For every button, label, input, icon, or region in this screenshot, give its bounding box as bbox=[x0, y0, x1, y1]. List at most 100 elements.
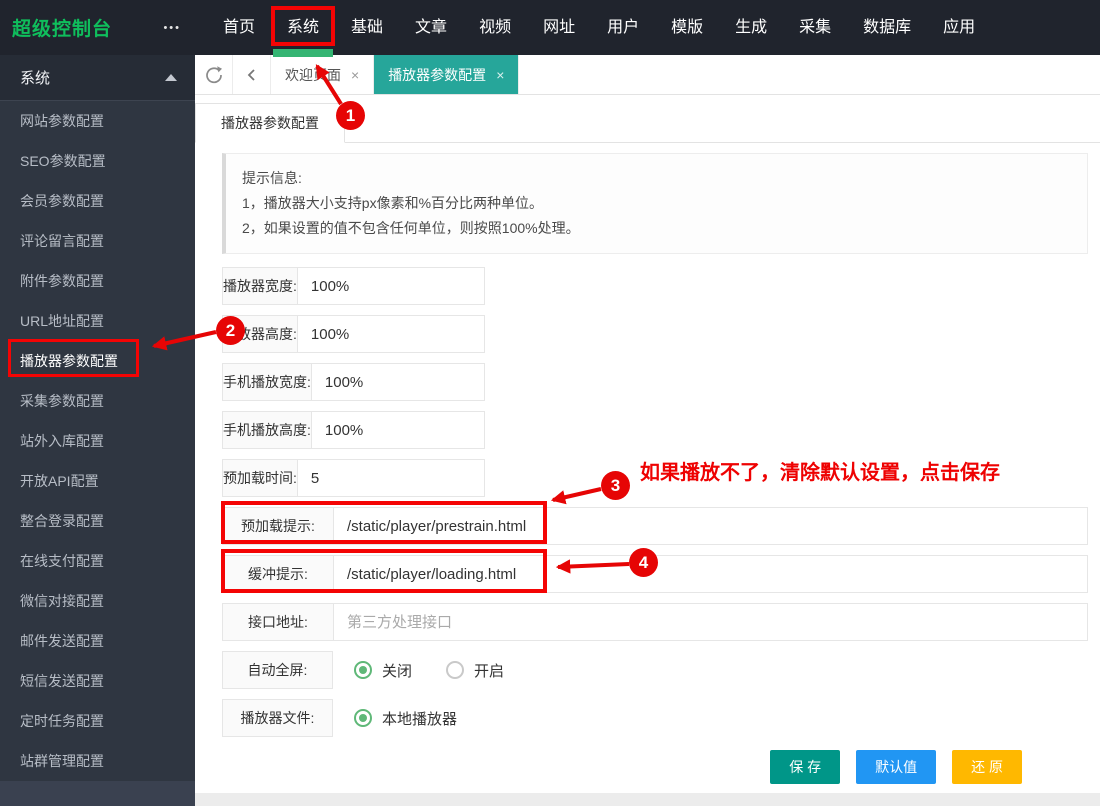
field-label: 接口地址: bbox=[223, 604, 334, 640]
topnav-item-template[interactable]: 模版 bbox=[655, 0, 719, 55]
hint-line-2: 2，如果设置的值不包含任何单位，则按照100%处理。 bbox=[242, 220, 580, 236]
mobile-width-input[interactable] bbox=[311, 364, 537, 400]
preload-hint-input[interactable] bbox=[334, 508, 1087, 544]
field-row-preload-hint: 预加载提示: bbox=[222, 507, 1088, 545]
field-row-preload-time: 预加载时间: bbox=[222, 459, 523, 497]
sidebar-group-label: 系统 bbox=[20, 70, 51, 87]
back-button[interactable] bbox=[233, 55, 271, 94]
refresh-button[interactable] bbox=[195, 55, 233, 94]
sidebar-item-sms[interactable]: 短信发送配置 bbox=[0, 661, 195, 701]
radio-option-local-player[interactable]: 本地播放器 bbox=[354, 708, 457, 729]
player-height-input[interactable] bbox=[297, 316, 523, 352]
field-row-buffer-hint: 缓冲提示: bbox=[222, 555, 1088, 593]
radio-unselected-icon[interactable] bbox=[446, 661, 465, 679]
sidebar-group-system[interactable]: 系统 bbox=[0, 55, 195, 101]
sidebar: 系统 网站参数配置 SEO参数配置 会员参数配置 评论留言配置 附件参数配置 U… bbox=[0, 55, 195, 806]
app-logo: 超级控制台 bbox=[12, 19, 113, 40]
radio-selected-icon[interactable] bbox=[354, 661, 372, 679]
field-label: 播放器宽度: bbox=[223, 268, 298, 304]
topnav-item-url[interactable]: 网址 bbox=[527, 0, 591, 55]
field-label: 预加载提示: bbox=[223, 508, 334, 544]
sidebar-item-scheduled-task[interactable]: 定时任务配置 bbox=[0, 701, 195, 741]
field-row-player-width: 播放器宽度: bbox=[222, 267, 523, 305]
radio-group: 本地播放器 bbox=[354, 708, 491, 729]
field-label: 播放器高度: bbox=[223, 316, 298, 352]
horizontal-scrollbar[interactable] bbox=[195, 793, 1100, 806]
sidebar-item-external-storage[interactable]: 站外入库配置 bbox=[0, 421, 195, 461]
mobile-height-input[interactable] bbox=[311, 412, 537, 448]
field-row-api-address: 接口地址: bbox=[222, 603, 1088, 641]
sidebar-item-url-config[interactable]: URL地址配置 bbox=[0, 301, 195, 341]
topnav-item-app[interactable]: 应用 bbox=[927, 0, 991, 55]
topnav-item-home[interactable]: 首页 bbox=[207, 0, 271, 55]
tab-welcome[interactable]: 欢迎页面 × bbox=[271, 55, 375, 94]
radio-row-auto-fullscreen: 自动全屏: 关闭 开启 bbox=[222, 651, 1088, 689]
field-row-player-height: 播放器高度: bbox=[222, 315, 523, 353]
save-button[interactable]: 保 存 bbox=[770, 750, 841, 784]
tab-player-config[interactable]: 播放器参数配置 × bbox=[374, 55, 520, 94]
hint-title: 提示信息: bbox=[242, 170, 302, 186]
topnav-item-system[interactable]: 系统 bbox=[271, 0, 335, 57]
sidebar-item-seo-params[interactable]: SEO参数配置 bbox=[0, 141, 195, 181]
document-tabbar: 欢迎页面 × 播放器参数配置 × bbox=[195, 55, 1100, 95]
sidebar-item-attachment-params[interactable]: 附件参数配置 bbox=[0, 261, 195, 301]
topbar: 超级控制台 ••• 首页 系统 基础 文章 视频 网址 用户 模版 生成 采集 … bbox=[0, 0, 1100, 57]
sidebar-item-player-params[interactable]: 播放器参数配置 bbox=[0, 341, 195, 381]
buffer-hint-input[interactable] bbox=[334, 556, 1087, 592]
content-area: 欢迎页面 × 播放器参数配置 × 播放器参数配置 提示信息: 1，播放器大小支持… bbox=[195, 55, 1100, 806]
sidebar-item-online-payment[interactable]: 在线支付配置 bbox=[0, 541, 195, 581]
field-label: 播放器文件: bbox=[222, 699, 333, 737]
sidebar-item-wechat[interactable]: 微信对接配置 bbox=[0, 581, 195, 621]
field-label: 手机播放宽度: bbox=[223, 364, 312, 400]
field-label: 缓冲提示: bbox=[223, 556, 334, 592]
sidebar-item-comment-params[interactable]: 评论留言配置 bbox=[0, 221, 195, 261]
radio-option-on[interactable]: 开启 bbox=[446, 660, 504, 681]
subtab-player-config[interactable]: 播放器参数配置 bbox=[195, 103, 345, 143]
sidebar-item-site-params[interactable]: 网站参数配置 bbox=[0, 101, 195, 141]
topnav-item-collect[interactable]: 采集 bbox=[783, 0, 847, 55]
subtab-strip: 播放器参数配置 bbox=[195, 103, 1100, 143]
chevron-left-icon bbox=[247, 68, 255, 81]
field-label: 自动全屏: bbox=[222, 651, 333, 689]
field-row-mobile-width: 手机播放宽度: bbox=[222, 363, 537, 401]
radio-row-player-file: 播放器文件: 本地播放器 bbox=[222, 699, 1088, 737]
field-row-mobile-height: 手机播放高度: bbox=[222, 411, 537, 449]
player-config-form: 提示信息: 1，播放器大小支持px像素和%百分比两种单位。 2，如果设置的值不包… bbox=[195, 153, 1100, 784]
close-icon[interactable]: × bbox=[496, 67, 504, 83]
radio-group: 关闭 开启 bbox=[354, 660, 538, 681]
radio-option-off[interactable]: 关闭 bbox=[354, 660, 412, 681]
radio-selected-icon[interactable] bbox=[354, 709, 372, 727]
form-buttons: 保 存 默认值 还 原 bbox=[222, 750, 1022, 784]
collapse-up-icon bbox=[165, 74, 177, 81]
admin-console-page: 超级控制台 ••• 首页 系统 基础 文章 视频 网址 用户 模版 生成 采集 … bbox=[0, 0, 1100, 806]
tab-welcome-label: 欢迎页面 bbox=[285, 66, 341, 83]
topnav-item-generate[interactable]: 生成 bbox=[719, 0, 783, 55]
sidebar-item-open-api[interactable]: 开放API配置 bbox=[0, 461, 195, 501]
field-label: 手机播放高度: bbox=[223, 412, 312, 448]
hint-box: 提示信息: 1，播放器大小支持px像素和%百分比两种单位。 2，如果设置的值不包… bbox=[222, 153, 1088, 254]
topnav-item-video[interactable]: 视频 bbox=[463, 0, 527, 55]
default-value-button[interactable]: 默认值 bbox=[856, 750, 937, 784]
menu-dots-icon[interactable]: ••• bbox=[163, 22, 181, 34]
tab-player-config-label: 播放器参数配置 bbox=[388, 66, 487, 83]
sidebar-item-site-group[interactable]: 站群管理配置 bbox=[0, 741, 195, 781]
logo-block: 超级控制台 ••• bbox=[0, 0, 195, 55]
topnav-item-basic[interactable]: 基础 bbox=[335, 0, 399, 55]
restore-button[interactable]: 还 原 bbox=[952, 750, 1022, 784]
preload-time-input[interactable] bbox=[297, 460, 523, 496]
hint-line-1: 1，播放器大小支持px像素和%百分比两种单位。 bbox=[242, 195, 544, 211]
topnav-item-database[interactable]: 数据库 bbox=[847, 0, 927, 55]
topnav-item-user[interactable]: 用户 bbox=[591, 0, 655, 55]
api-address-input[interactable] bbox=[334, 604, 1087, 640]
sidebar-item-member-params[interactable]: 会员参数配置 bbox=[0, 181, 195, 221]
sidebar-footer bbox=[0, 781, 195, 806]
player-width-input[interactable] bbox=[297, 268, 523, 304]
topnav-item-article[interactable]: 文章 bbox=[399, 0, 463, 55]
active-nav-underline bbox=[273, 49, 334, 57]
sidebar-item-email[interactable]: 邮件发送配置 bbox=[0, 621, 195, 661]
close-icon[interactable]: × bbox=[351, 67, 359, 83]
sidebar-item-collect-params[interactable]: 采集参数配置 bbox=[0, 381, 195, 421]
top-navigation: 首页 系统 基础 文章 视频 网址 用户 模版 生成 采集 数据库 应用 bbox=[207, 0, 991, 57]
sidebar-item-integrated-login[interactable]: 整合登录配置 bbox=[0, 501, 195, 541]
field-label: 预加载时间: bbox=[223, 460, 298, 496]
